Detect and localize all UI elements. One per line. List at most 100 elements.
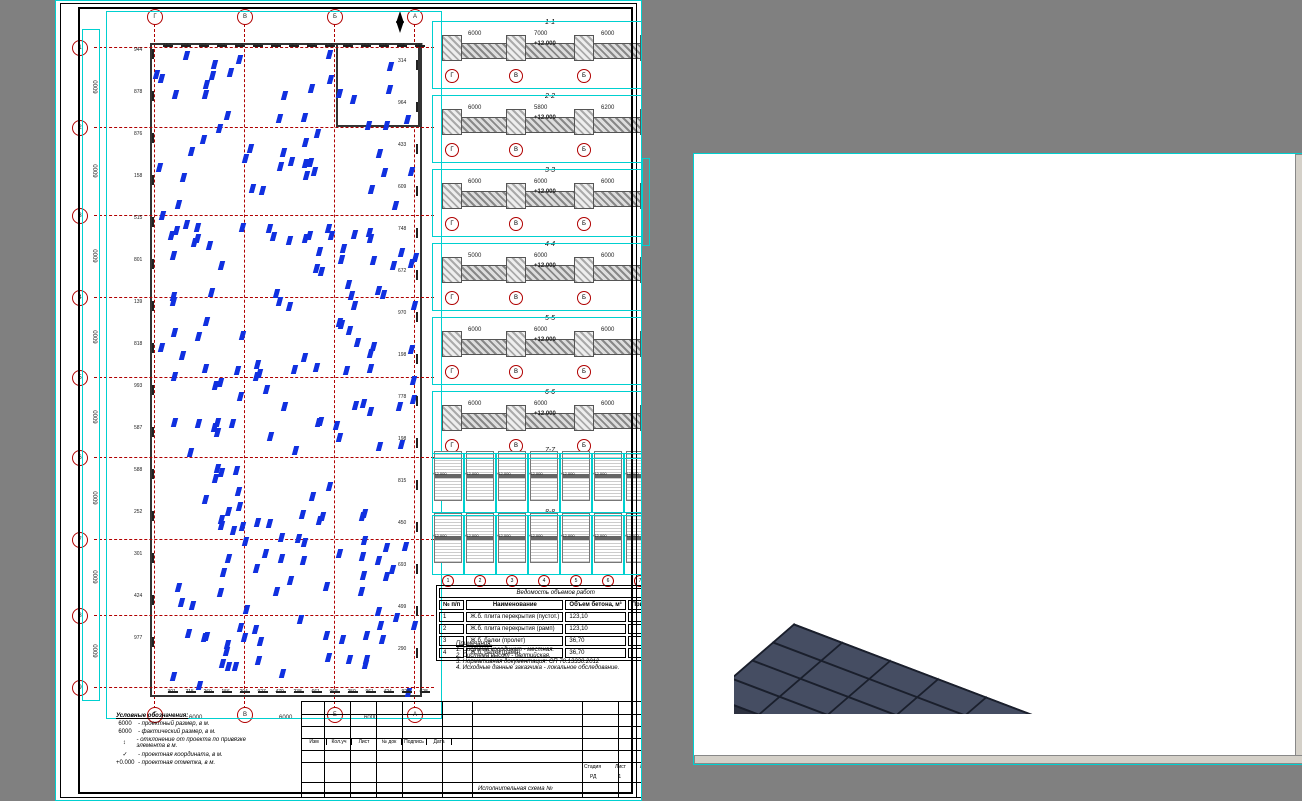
- column-section-icon: [562, 513, 590, 563]
- elevation-text: +12.000: [560, 533, 575, 538]
- stamp-sheet-name: Исполнительная схема №: [478, 786, 553, 792]
- tick-label: 803: [235, 43, 243, 49]
- plan-drawing: 1260003600046000560006600076000860009600…: [94, 19, 424, 701]
- column-section-icon: [466, 513, 494, 563]
- section-view: 6-6 ГВ6000Б6000А6000+12.000: [434, 389, 642, 453]
- dim-text: 6000: [94, 249, 100, 262]
- elevation-text: +12.000: [624, 533, 639, 538]
- column-cap-icon: [442, 35, 462, 61]
- tick-mark: [152, 49, 154, 59]
- right-viewport[interactable]: [693, 153, 1302, 765]
- column-cap-icon: [574, 331, 594, 357]
- tick-label: 267: [289, 43, 297, 49]
- elevation-text: +12.000: [592, 533, 607, 538]
- legend-item: ✓- проектная координата, в м.: [116, 751, 276, 758]
- tick-label: 507: [307, 43, 315, 49]
- tick-mark: [416, 312, 418, 322]
- column-cap-icon: [640, 35, 642, 61]
- tick-label: 433: [398, 142, 406, 148]
- column-section-icon: [498, 513, 526, 563]
- grid-bubble: Б: [577, 365, 591, 379]
- tick-label: 424: [134, 593, 142, 599]
- tick-mark: [152, 175, 154, 185]
- grid-bubble: Б: [327, 9, 343, 25]
- gridline-h: [94, 457, 434, 458]
- legend: Условные обозначения: 6000- проектный ра…: [116, 713, 276, 768]
- scrollbar-horizontal[interactable]: [694, 755, 1302, 764]
- tick-mark: [416, 186, 418, 196]
- tick-label: 250: [348, 689, 356, 695]
- column-cap-icon: [506, 109, 526, 135]
- grid-bubble: В: [509, 365, 523, 379]
- elevation-text: +12.000: [624, 471, 639, 476]
- tick-mark: [416, 480, 418, 490]
- tick-label: 601: [271, 43, 279, 49]
- tick-label: 993: [134, 383, 142, 389]
- section-title: 5-5: [545, 315, 555, 322]
- elevation-text: +12.000: [496, 533, 511, 538]
- grid-bubble: 1: [72, 40, 88, 56]
- elevation-text: +12.000: [534, 411, 556, 417]
- grid-bubble: В: [509, 217, 523, 231]
- scrollbar-vertical[interactable]: [1295, 154, 1302, 765]
- cross-section-row: 7-71+12.0002+12.0003+12.0004+12.0005+12.…: [434, 451, 642, 511]
- legend-title: Условные обозначения:: [116, 713, 276, 719]
- grid-bubble: В: [237, 9, 253, 25]
- iso-3d-model[interactable]: [734, 294, 1264, 714]
- tick-mark: [416, 228, 418, 238]
- north-arrow-icon: [388, 11, 408, 31]
- elevation-text: +12.000: [528, 471, 543, 476]
- grid-bubble: В: [509, 291, 523, 305]
- dim-text: 6000: [601, 179, 614, 185]
- cross-section-row: 8-81+12.0002+12.0003+12.0004+12.0005+12.…: [434, 513, 642, 573]
- tick-label: 201: [199, 43, 207, 49]
- title-block: ИзмКол.учЛист№ докПодписьДата СтадияЛист…: [301, 701, 642, 798]
- dim-text: 6000: [279, 715, 292, 721]
- dim-text: 5800: [534, 105, 547, 111]
- elevation-text: +12.000: [432, 533, 447, 538]
- dim-text: 6000: [94, 644, 100, 657]
- tick-label: 294: [240, 689, 248, 695]
- dim-text: 6000: [94, 570, 100, 583]
- column-cap-icon: [442, 109, 462, 135]
- column-cap-icon: [574, 405, 594, 431]
- tick-mark: [152, 217, 154, 227]
- column-cap-icon: [506, 35, 526, 61]
- tick-label: 961: [366, 689, 374, 695]
- tick-label: 460: [361, 43, 369, 49]
- elevation-text: +12.000: [464, 533, 479, 538]
- dim-text: 6000: [601, 253, 614, 259]
- tick-label: 587: [134, 425, 142, 431]
- tick-mark: [152, 595, 154, 605]
- tick-mark: [152, 343, 154, 353]
- column-cap-icon: [506, 405, 526, 431]
- grid-bubble: 3: [72, 208, 88, 224]
- column-section-icon: [498, 451, 526, 501]
- tick-label: 252: [134, 509, 142, 515]
- grid-bubble: Г: [445, 217, 459, 231]
- column-cap-icon: [574, 109, 594, 135]
- column-section-icon: [594, 513, 622, 563]
- tick-label: 944: [134, 47, 142, 53]
- tick-mark: [416, 438, 418, 448]
- tick-label: 628: [420, 689, 428, 695]
- grid-bubble: Г: [445, 69, 459, 83]
- legend-item: +0.000- проектная отметка, в м.: [116, 760, 276, 766]
- dim-text: 5000: [468, 253, 481, 259]
- column-cap-icon: [506, 257, 526, 283]
- column-cap-icon: [442, 331, 462, 357]
- left-viewport[interactable]: 1260003600046000560006600076000860009600…: [55, 0, 642, 801]
- tick-label: 158: [134, 173, 142, 179]
- tick-label: 424: [384, 689, 392, 695]
- tick-label: 301: [134, 551, 142, 557]
- dim-text: 6000: [94, 491, 100, 504]
- dim-text: 6000: [94, 164, 100, 177]
- grid-bubble: 8: [72, 608, 88, 624]
- tick-label: 139: [134, 299, 142, 305]
- section-view: 5-5 ГВ6000Б6000А6000+12.000: [434, 315, 642, 379]
- grid-bubble: 6: [72, 450, 88, 466]
- column-section-icon: [466, 451, 494, 501]
- tick-label: 970: [398, 310, 406, 316]
- slab-outline: [150, 43, 422, 697]
- dim-text: 6000: [468, 179, 481, 185]
